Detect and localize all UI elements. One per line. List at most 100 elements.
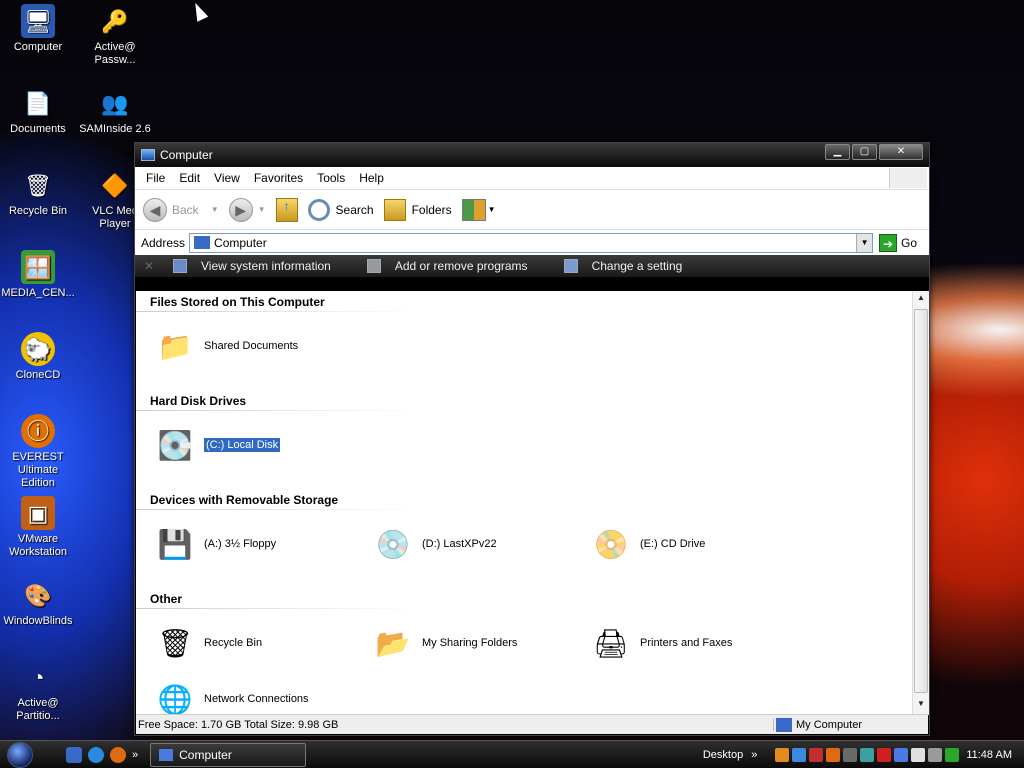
firefox-icon[interactable]	[110, 746, 126, 763]
desktop-icon-recycle-bin[interactable]: 🗑 Recycle Bin	[0, 168, 76, 218]
minimize-button[interactable]: ▁	[825, 144, 850, 160]
go-arrow-icon[interactable]: ➔	[879, 233, 898, 252]
desktop-icon-computer[interactable]: 🖥 Computer	[0, 4, 76, 54]
desktop-toolbar-chevron-icon[interactable]: »	[751, 749, 757, 761]
windows-flag-icon	[889, 168, 927, 188]
tray-app-icon[interactable]	[860, 748, 875, 762]
computer-icon	[141, 149, 155, 161]
desktop-icon-saminside[interactable]: 👥 SAMInside 2.6	[77, 86, 153, 136]
vertical-scrollbar[interactable]: ▲ ▼	[912, 291, 929, 715]
desktop-icon-documents[interactable]: 📄 Documents	[0, 86, 76, 136]
up-folder-icon: ↑	[275, 197, 298, 222]
menu-edit[interactable]: Edit	[179, 171, 200, 185]
title-bar[interactable]: Computer ▁ ▢ ✕	[135, 143, 929, 167]
scroll-up-icon[interactable]: ▲	[913, 293, 929, 307]
item-floppy-a[interactable]: 💾 (A:) 3½ Floppy	[152, 521, 277, 567]
close-icon[interactable]: ✕	[139, 259, 159, 273]
item-label: Network Connections	[204, 693, 309, 705]
up-folder-button[interactable]: ↑	[275, 197, 298, 222]
menu-tools[interactable]: Tools	[317, 171, 345, 185]
desktop-icon-active-password[interactable]: 🔑 Active@ Passw...	[77, 4, 153, 67]
tray-app-icon[interactable]	[775, 748, 790, 762]
back-button[interactable]: ◀ Back ▼	[143, 197, 219, 222]
scrollbar-thumb[interactable]	[914, 309, 928, 693]
users-icon: 👥	[101, 90, 129, 116]
taskbar-button-label: Computer	[179, 747, 232, 762]
item-shared-documents[interactable]: 📁 Shared Documents	[152, 323, 299, 369]
forward-button[interactable]: ▶ ▼	[228, 197, 266, 222]
tray-app-icon[interactable]	[809, 748, 824, 762]
tray-app-icon[interactable]	[928, 748, 943, 762]
item-drive-d[interactable]: 💿 (D:) LastXPv22	[370, 521, 497, 567]
group-header-other: Other	[150, 592, 183, 606]
desktop-icon-label: SAMInside 2.6	[79, 123, 151, 135]
views-icon	[461, 198, 486, 221]
item-network-connections[interactable]: 🌐 Network Connections	[152, 676, 309, 715]
task-change-setting[interactable]: Change a setting	[563, 259, 682, 273]
internet-explorer-icon[interactable]	[88, 746, 104, 763]
desktop-toolbar-label[interactable]: Desktop	[703, 749, 743, 761]
menu-file[interactable]: File	[146, 171, 165, 185]
task-view-system-information[interactable]: View system information	[173, 259, 331, 273]
sharing-folder-icon: 📂	[375, 627, 411, 659]
folders-label: Folders	[411, 202, 452, 217]
tray-app-icon[interactable]	[826, 748, 841, 762]
item-cd-drive-e[interactable]: 📀 (E:) CD Drive	[588, 521, 706, 567]
desktop-icon-label: Computer	[13, 41, 63, 53]
folders-button[interactable]: Folders	[383, 198, 452, 221]
desktop-icon-label: MEDIA_CEN...	[1, 287, 75, 299]
show-desktop-icon[interactable]	[66, 746, 82, 763]
item-recycle-bin[interactable]: 🗑 Recycle Bin	[152, 620, 262, 666]
menu-view[interactable]: View	[214, 171, 240, 185]
start-button[interactable]	[0, 741, 40, 768]
tray-app-icon[interactable]	[894, 748, 909, 762]
desktop-icon-everest[interactable]: ⓘ EVEREST Ultimate Edition	[0, 414, 76, 490]
tray-app-icon[interactable]	[911, 748, 926, 762]
item-my-sharing-folders[interactable]: 📂 My Sharing Folders	[370, 620, 518, 666]
desktop-icon-active-partition[interactable]: ◔ Active@ Partitio...	[0, 660, 76, 723]
my-computer-icon	[776, 717, 792, 732]
item-label: (C:) Local Disk	[202, 437, 282, 453]
desktop-icon-clonecd[interactable]: 🐑 CloneCD	[0, 332, 76, 382]
search-button[interactable]: Search	[307, 198, 374, 221]
address-input[interactable]: Computer ▼	[189, 232, 874, 253]
windows-orb-icon	[7, 741, 33, 768]
item-label: Shared Documents	[204, 340, 299, 352]
desktop-icon-label: Documents	[10, 123, 66, 135]
folder-icon: 📁	[157, 330, 193, 362]
clock[interactable]: 11:48 AM	[966, 749, 1012, 761]
item-printers-and-faxes[interactable]: 🖨 Printers and Faxes	[588, 620, 732, 666]
documents-icon: 📄	[24, 90, 52, 116]
maximize-button[interactable]: ▢	[852, 144, 877, 160]
status-bar: Free Space: 1.70 GB Total Size: 9.98 GB …	[136, 714, 928, 734]
desktop-icon-windowblinds[interactable]: 🎨 WindowBlinds	[0, 578, 76, 628]
search-icon	[307, 198, 330, 221]
close-button[interactable]: ✕	[879, 144, 923, 160]
group-divider	[136, 608, 421, 609]
item-label: (D:) LastXPv22	[422, 538, 497, 550]
antivirus-icon[interactable]	[877, 748, 892, 762]
system-info-icon	[173, 259, 187, 273]
views-button[interactable]: ▼	[461, 198, 496, 221]
item-local-disk-c[interactable]: 💽 (C:) Local Disk	[152, 422, 282, 468]
taskbar-button-computer[interactable]: Computer	[150, 742, 307, 767]
task-add-remove-programs[interactable]: Add or remove programs	[366, 259, 528, 273]
scroll-down-icon[interactable]: ▼	[913, 699, 929, 713]
partition-pie-icon: ◔	[31, 664, 45, 690]
tray-app-icon[interactable]	[792, 748, 807, 762]
menu-favorites[interactable]: Favorites	[254, 171, 303, 185]
group-divider	[136, 410, 421, 411]
quick-launch-chevron-icon[interactable]: »	[132, 749, 138, 761]
item-label: (E:) CD Drive	[640, 538, 706, 550]
desktop-icon-vmware[interactable]: ▣ VMware Workstation	[0, 496, 76, 559]
desktop-icon-label: Active@ Partitio...	[16, 697, 60, 722]
menu-help[interactable]: Help	[359, 171, 384, 185]
go-button[interactable]: Go	[901, 236, 917, 250]
address-dropdown-button[interactable]: ▼	[856, 233, 873, 252]
network-icon[interactable]	[945, 748, 960, 762]
back-arrow-icon: ◀	[143, 197, 167, 222]
globe-network-icon: 🌐	[157, 683, 193, 715]
tray-app-icon[interactable]	[843, 748, 858, 762]
desktop-icon-media-center[interactable]: 🪟 MEDIA_CEN...	[0, 250, 76, 300]
divider	[135, 277, 929, 289]
